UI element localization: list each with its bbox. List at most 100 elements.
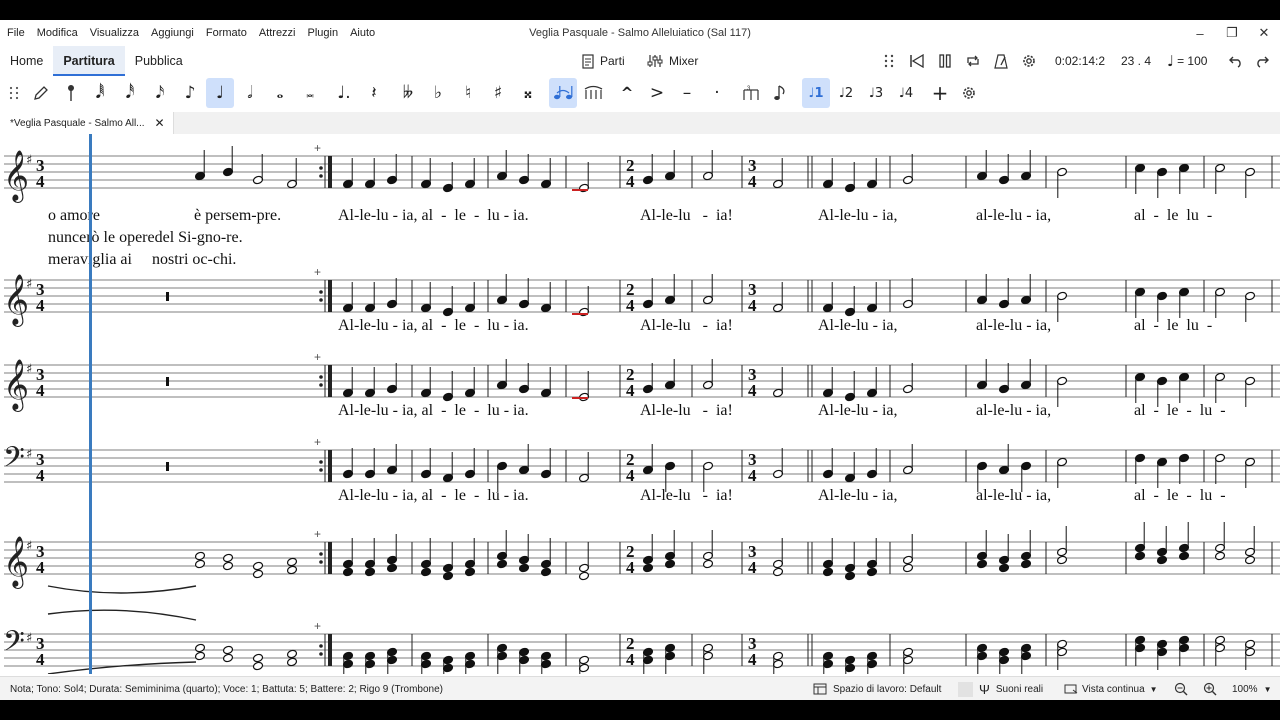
natural-icon[interactable]: ♮ bbox=[454, 78, 482, 108]
menu-help[interactable]: Aiuto bbox=[344, 27, 381, 39]
tab-home[interactable]: Home bbox=[0, 46, 53, 76]
mixer-button[interactable]: Mixer bbox=[647, 46, 698, 76]
plus-icon[interactable]: + bbox=[926, 78, 954, 108]
repeat-dot bbox=[319, 460, 323, 464]
score-notation: 𝄞♯ 342434+𝄞♯ 342434+𝄞♯ 342434+𝄢 ♯ 342434+𝄞♯ 34… bbox=[3, 134, 1280, 674]
key-signature: ♯ bbox=[26, 153, 32, 168]
double-flat-icon[interactable]: 𝄫 bbox=[394, 78, 422, 108]
undo-icon[interactable] bbox=[1228, 46, 1250, 76]
note-head bbox=[664, 559, 676, 569]
flip-direction-icon[interactable] bbox=[767, 78, 795, 108]
real-sounds-toggle[interactable]: Ψ Suoni reali bbox=[958, 677, 1043, 700]
workspace-button[interactable]: Spazio di lavoro: Default bbox=[813, 677, 941, 700]
view-mode-dropdown[interactable]: Vista continua ▼ bbox=[1064, 677, 1158, 700]
lyric-s3-alleluia-5: al - le - lu - bbox=[1134, 402, 1226, 419]
voice-4-button[interactable]: ♩4 bbox=[892, 78, 920, 108]
sharp-icon[interactable]: ♯ bbox=[484, 78, 512, 108]
duration-16th-icon[interactable]: 𝅘𝅥𝅯 bbox=[146, 78, 174, 108]
plus-icon: + bbox=[314, 435, 321, 449]
checkbox-icon[interactable] bbox=[958, 681, 973, 697]
musescore-window: File Modifica Visualizza Aggiungi Format… bbox=[0, 20, 1280, 700]
tenuto-icon[interactable]: – bbox=[673, 78, 701, 108]
rest-icon bbox=[166, 292, 169, 301]
lyric-s4-alleluia-4: al-le-lu - ia, bbox=[976, 487, 1051, 504]
score-canvas[interactable]: 𝄞 ♯ 3 4 2 4 3 4 + 𝄞 ♯ 3 4 2 4 3 4 + 𝄞 ♯ 3 4 2 4 3 4 + 𝄢 ♯ 3 4 2 4 3 4 + 𝄞 ♯ 3 4… bbox=[0, 134, 1280, 674]
duration-64th-icon[interactable]: 𝅘𝅥𝅱 bbox=[86, 78, 114, 108]
note-head bbox=[1214, 551, 1226, 561]
play-icon[interactable] bbox=[934, 46, 962, 76]
loop-icon[interactable] bbox=[962, 46, 990, 76]
menu-format[interactable]: Formato bbox=[200, 27, 253, 39]
marcato-icon[interactable]: ^ bbox=[613, 78, 641, 108]
metronome-icon[interactable] bbox=[990, 46, 1018, 76]
accidental-pin-icon[interactable] bbox=[57, 78, 85, 108]
voice-2-button[interactable]: ♩2 bbox=[832, 78, 860, 108]
repeat-dot bbox=[319, 560, 323, 564]
note-input-pen-icon[interactable] bbox=[27, 78, 55, 108]
rest-icon[interactable]: 𝄽 bbox=[360, 78, 388, 108]
note-head bbox=[194, 559, 206, 569]
repeat-dot bbox=[319, 652, 323, 656]
menu-plugins[interactable]: Plugin bbox=[302, 27, 345, 39]
note-head bbox=[222, 561, 234, 571]
tab-publish[interactable]: Pubblica bbox=[125, 46, 193, 76]
tie-icon[interactable] bbox=[549, 78, 577, 108]
restore-button[interactable]: ❐ bbox=[1216, 20, 1248, 46]
document-tab[interactable]: *Veglia Pasquale - Salmo All... ✕ bbox=[0, 112, 174, 134]
note-head bbox=[252, 653, 264, 663]
time-signature-den: 4 bbox=[626, 650, 635, 669]
duration-quarter-icon[interactable]: ♩ bbox=[206, 78, 234, 108]
mixer-label: Mixer bbox=[669, 54, 699, 68]
view-mode-label: Vista continua bbox=[1082, 683, 1145, 695]
menu-add[interactable]: Aggiungi bbox=[145, 27, 200, 39]
repeat-dot bbox=[319, 468, 323, 472]
lyric-s2-alleluia-2: Al-le-lu - ia! bbox=[640, 317, 733, 334]
repeat-dot bbox=[319, 290, 323, 294]
note-head bbox=[1056, 555, 1068, 565]
drag-handle-icon[interactable] bbox=[0, 78, 28, 108]
duration-whole-icon[interactable]: 𝅝 bbox=[266, 78, 294, 108]
zoom-in-button[interactable] bbox=[1203, 677, 1217, 700]
accent-icon[interactable]: > bbox=[643, 78, 671, 108]
menu-edit[interactable]: Modifica bbox=[31, 27, 84, 39]
duration-32nd-icon[interactable]: 𝅘𝅥𝅰 bbox=[116, 78, 144, 108]
note-head bbox=[342, 567, 354, 577]
drag-handle-icon[interactable] bbox=[878, 46, 906, 76]
slur-icon[interactable] bbox=[579, 78, 607, 108]
staccato-icon[interactable]: · bbox=[703, 78, 731, 108]
tab-score[interactable]: Partitura bbox=[53, 46, 126, 76]
voice-3-button[interactable]: ♩3 bbox=[862, 78, 890, 108]
minimize-button[interactable]: – bbox=[1184, 20, 1216, 46]
zoom-in-icon bbox=[1203, 682, 1217, 696]
selection-info: Nota; Tono: Sol4; Durata: Semiminima (qu… bbox=[10, 683, 443, 695]
lyric-s4-alleluia-3: Al-le-lu - ia, bbox=[818, 487, 898, 504]
double-sharp-icon[interactable]: 𝄪 bbox=[514, 78, 542, 108]
time-signature-den: 4 bbox=[748, 172, 757, 191]
plus-icon: + bbox=[314, 619, 321, 633]
settings-icon[interactable] bbox=[955, 78, 983, 108]
tempo-readout[interactable]: ♩ = 100 bbox=[1167, 46, 1207, 76]
document-tab-bar: *Veglia Pasquale - Salmo All... ✕ bbox=[0, 112, 1280, 135]
rewind-icon[interactable] bbox=[906, 46, 934, 76]
menu-tools[interactable]: Attrezzi bbox=[253, 27, 302, 39]
lyric-s1-alleluia-1: Al-le-lu - ia, al - le - lu - ia. bbox=[338, 207, 529, 224]
note-head bbox=[222, 553, 234, 563]
parts-button[interactable]: Parti bbox=[582, 46, 625, 76]
duration-breve-icon[interactable]: 𝅜 bbox=[296, 78, 324, 108]
zoom-out-button[interactable] bbox=[1174, 677, 1188, 700]
voice-1-button[interactable]: ♩1 bbox=[802, 78, 830, 108]
augmentation-dot-icon[interactable]: ♩. bbox=[330, 78, 358, 108]
slur bbox=[47, 585, 197, 594]
redo-icon[interactable] bbox=[1254, 46, 1276, 76]
duration-eighth-icon[interactable]: ♪ bbox=[176, 78, 204, 108]
menu-file[interactable]: File bbox=[0, 27, 31, 39]
tuplet-icon[interactable]: 3 bbox=[737, 78, 765, 108]
zoom-dropdown[interactable]: 100% ▼ bbox=[1232, 677, 1272, 700]
menu-view[interactable]: Visualizza bbox=[84, 27, 145, 39]
note-head bbox=[252, 561, 264, 571]
settings-icon[interactable] bbox=[1018, 46, 1046, 76]
close-window-button[interactable]: ✕ bbox=[1248, 20, 1280, 46]
close-icon[interactable]: ✕ bbox=[155, 116, 165, 130]
duration-half-icon[interactable]: 𝅗𝅥 bbox=[236, 78, 264, 108]
flat-icon[interactable]: ♭ bbox=[424, 78, 452, 108]
